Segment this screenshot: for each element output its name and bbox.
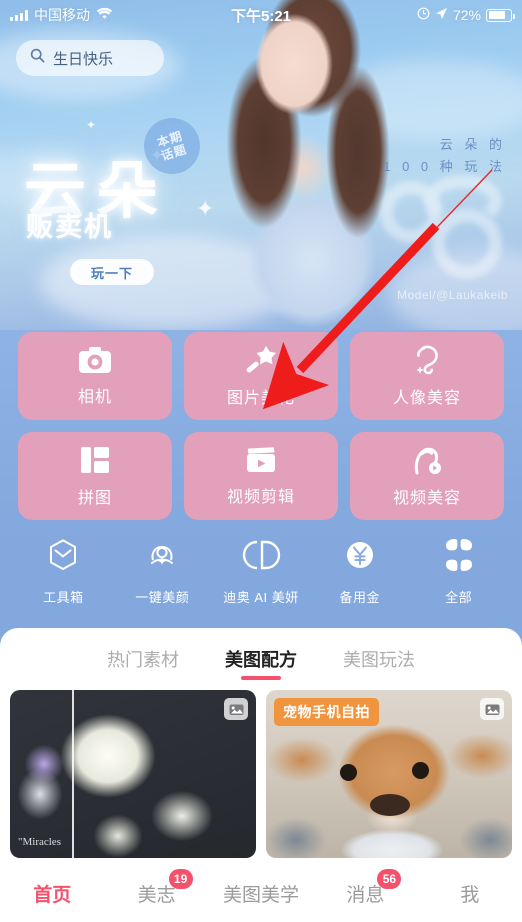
camera-icon (78, 346, 112, 374)
model-credit: Model/@Laukakeib (397, 288, 508, 302)
sparkle-icon: ✦ (86, 118, 97, 132)
search-bar[interactable]: 生日快乐 (16, 40, 164, 76)
status-bar: 中国移动 下午5:21 72% (0, 0, 522, 30)
play-button[interactable]: 玩一下 (70, 259, 154, 285)
bottom-nav: 首页 美志 19 美图美学 消息 56 我 (0, 864, 522, 922)
shortcut-label: 一键美颜 (135, 590, 190, 605)
toolbox-icon (46, 538, 80, 577)
tile-collage[interactable]: 拼图 (18, 432, 172, 520)
grid-all-icon (442, 538, 476, 577)
tile-label: 视频剪辑 (226, 488, 295, 506)
portrait-beauty-icon (412, 345, 442, 375)
image-stack-icon (224, 698, 248, 720)
one-tap-beauty-icon (145, 538, 179, 577)
nav-badge: 56 (377, 868, 402, 889)
card-label-badge: 宠物手机自拍 (274, 698, 379, 726)
dog-eye (340, 764, 357, 781)
tab-meitu-play[interactable]: 美图玩法 (343, 646, 415, 680)
tile-image-beautify[interactable]: 图片美化 (184, 332, 338, 420)
tile-video-edit[interactable]: 视频剪辑 (184, 432, 338, 520)
tile-camera[interactable]: 相机 (18, 332, 172, 420)
banner-side-title: 云 朵 的 1 0 0 种 玩 法 (383, 134, 506, 178)
shortcut-label: 备用金 (339, 590, 381, 605)
before-after-divider (72, 690, 74, 858)
tile-video-beauty[interactable]: 视频美容 (350, 432, 504, 520)
collage-icon (80, 445, 110, 475)
search-icon (30, 48, 45, 68)
card-dog-selfie[interactable]: 宠物手机自拍 (266, 690, 512, 858)
dog-nose (370, 794, 410, 816)
nav-item-aesthetics[interactable]: 美图美学 (209, 880, 313, 907)
tab-hot-material[interactable]: 热门素材 (107, 646, 179, 680)
video-portrait-icon (411, 445, 443, 475)
app-screen: ✦ ✦ ✦ 云朵 贩卖机 本期 话题 玩一下 云 朵 的 1 0 0 种 玩 法… (0, 0, 522, 922)
shortcut-all[interactable]: 全部 (409, 538, 508, 606)
status-right: 72% (417, 7, 522, 23)
tab-meitu-recipe[interactable]: 美图配方 (225, 646, 297, 680)
tile-label: 视频美容 (392, 489, 461, 507)
nav-label: 我 (460, 884, 480, 906)
banner-side-line2: 1 0 0 种 玩 法 (383, 159, 506, 174)
dog-eye (412, 762, 429, 779)
cloud-swirl-number (380, 175, 508, 285)
shortcut-dior-ai-beauty[interactable]: 迪奥 AI 美妍 (212, 538, 311, 606)
feature-tiles: 相机 图片美化 人像美容 拼图 视频剪辑 视频美容 (0, 332, 522, 532)
shortcut-reserve-fund[interactable]: 备用金 (310, 538, 409, 606)
nav-item-home[interactable]: 首页 (0, 880, 104, 907)
battery-icon (486, 8, 515, 22)
shortcut-label: 全部 (445, 590, 473, 605)
alarm-icon (417, 7, 430, 23)
nav-label: 美图美学 (223, 884, 300, 906)
search-input[interactable]: 生日快乐 (53, 48, 113, 69)
shortcut-toolbox[interactable]: 工具箱 (14, 538, 113, 606)
banner-subtitle: 贩卖机 (26, 212, 113, 242)
tile-label: 人像美容 (392, 389, 461, 407)
rose-photo-image (10, 690, 256, 858)
nav-label: 首页 (33, 884, 72, 906)
nav-item-messages[interactable]: 消息 56 (313, 868, 417, 907)
sparkle-icon: ✦ (196, 196, 215, 221)
yuan-coin-icon (343, 538, 377, 577)
shortcut-label: 工具箱 (43, 590, 84, 605)
magic-wand-icon (244, 345, 278, 375)
nav-label: 消息 (346, 884, 385, 906)
nav-label: 美志 (137, 884, 176, 906)
card-grid: "Miracles 宠物手机自拍 (0, 680, 522, 858)
banner-side-line1: 云 朵 的 (439, 137, 506, 152)
feature-tiles-row-1: 相机 图片美化 人像美容 (0, 332, 522, 420)
shortcut-label: 迪奥 AI 美妍 (223, 590, 299, 605)
tile-portrait-beauty[interactable]: 人像美容 (350, 332, 504, 420)
video-clapper-icon (245, 446, 277, 474)
nav-item-profile[interactable]: 我 (418, 880, 522, 907)
tile-label: 拼图 (77, 489, 112, 507)
shortcut-one-tap-beauty[interactable]: 一键美颜 (113, 538, 212, 606)
feature-tiles-row-2: 拼图 视频剪辑 视频美容 (0, 432, 522, 520)
tile-label: 图片美化 (226, 389, 295, 407)
battery-percent-label: 72% (452, 7, 481, 23)
location-arrow-icon (435, 7, 448, 23)
nav-badge: 19 (168, 868, 193, 889)
image-stack-icon (480, 698, 504, 720)
content-tabs: 热门素材 美图配方 美图玩法 (0, 628, 522, 680)
card-caption: "Miracles (18, 836, 61, 848)
tile-label: 相机 (77, 388, 112, 406)
card-rose-photo[interactable]: "Miracles (10, 690, 256, 858)
dior-cd-logo-icon (237, 538, 285, 577)
shortcut-icon-row: 工具箱 一键美颜 迪奥 AI 美妍 备用金 全部 (0, 538, 522, 606)
nav-item-meizhi[interactable]: 美志 19 (104, 868, 208, 907)
